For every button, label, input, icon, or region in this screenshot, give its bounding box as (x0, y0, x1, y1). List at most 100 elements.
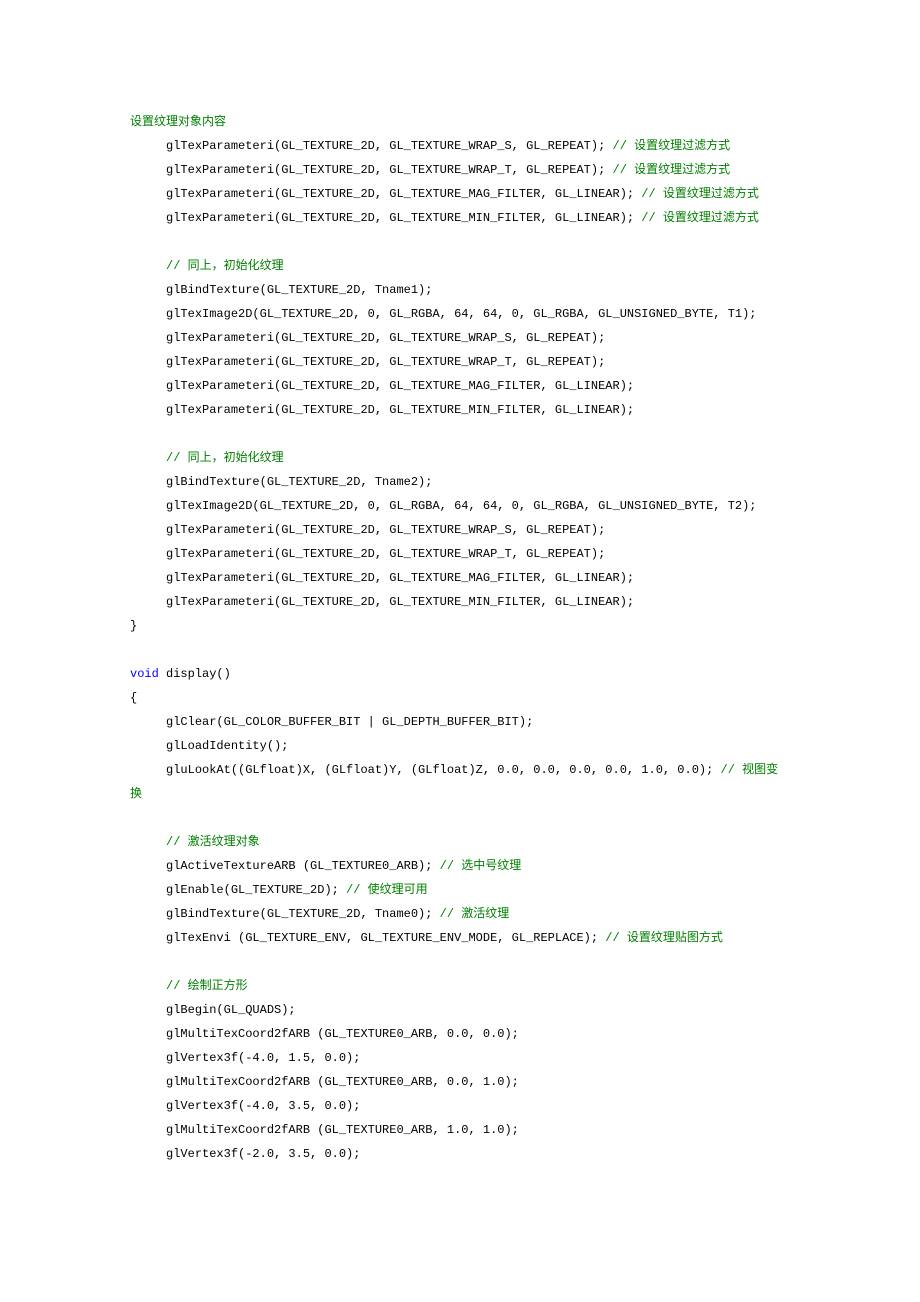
code-segment: glTexParameteri(GL_TEXTURE_2D, GL_TEXTUR… (166, 331, 605, 345)
code-line: glTexParameteri(GL_TEXTURE_2D, GL_TEXTUR… (130, 542, 790, 566)
code-segment: glTexParameteri(GL_TEXTURE_2D, GL_TEXTUR… (166, 523, 605, 537)
code-segment: glTexParameteri(GL_TEXTURE_2D, GL_TEXTUR… (166, 571, 634, 585)
code-segment: { (130, 691, 137, 705)
code-line: glBegin(GL_QUADS); (130, 998, 790, 1022)
indent (130, 547, 166, 561)
indent (130, 187, 166, 201)
code-segment: display() (159, 667, 231, 681)
code-segment: glMultiTexCoord2fARB (GL_TEXTURE0_ARB, 1… (166, 1123, 519, 1137)
indent (130, 523, 166, 537)
code-segment: glLoadIdentity(); (166, 739, 288, 753)
code-line: void display() (130, 662, 790, 686)
code-segment: 换 (130, 787, 142, 801)
code-segment: glVertex3f(-2.0, 3.5, 0.0); (166, 1147, 360, 1161)
code-segment: glMultiTexCoord2fARB (GL_TEXTURE0_ARB, 0… (166, 1075, 519, 1089)
code-line: glEnable(GL_TEXTURE_2D); // 使纹理可用 (130, 878, 790, 902)
code-segment: glTexParameteri(GL_TEXTURE_2D, GL_TEXTUR… (166, 355, 605, 369)
indent (130, 475, 166, 489)
code-line: glTexParameteri(GL_TEXTURE_2D, GL_TEXTUR… (130, 326, 790, 350)
code-line: // 绘制正方形 (130, 974, 790, 998)
code-line: glClear(GL_COLOR_BUFFER_BIT | GL_DEPTH_B… (130, 710, 790, 734)
indent (130, 715, 166, 729)
indent (130, 139, 166, 153)
code-line (130, 422, 790, 446)
code-block: 设置纹理对象内容 glTexParameteri(GL_TEXTURE_2D, … (130, 110, 790, 1166)
indent (130, 1003, 166, 1017)
code-segment: // 同上，初始化纹理 (166, 259, 284, 273)
indent (130, 883, 166, 897)
code-segment: 设置纹理对象内容 (130, 115, 226, 129)
code-line: glVertex3f(-2.0, 3.5, 0.0); (130, 1142, 790, 1166)
code-line: glVertex3f(-4.0, 3.5, 0.0); (130, 1094, 790, 1118)
indent (130, 1123, 166, 1137)
code-line: glTexImage2D(GL_TEXTURE_2D, 0, GL_RGBA, … (130, 494, 790, 518)
code-line: glVertex3f(-4.0, 1.5, 0.0); (130, 1046, 790, 1070)
code-line: glTexEnvi (GL_TEXTURE_ENV, GL_TEXTURE_EN… (130, 926, 790, 950)
indent (130, 163, 166, 177)
code-line: glTexParameteri(GL_TEXTURE_2D, GL_TEXTUR… (130, 374, 790, 398)
code-segment: glTexParameteri(GL_TEXTURE_2D, GL_TEXTUR… (166, 595, 634, 609)
indent (130, 739, 166, 753)
code-segment: // 设置纹理过滤方式 (605, 163, 730, 177)
code-segment: // 视图变 (713, 763, 778, 777)
code-line (130, 230, 790, 254)
code-line: glActiveTextureARB (GL_TEXTURE0_ARB); //… (130, 854, 790, 878)
code-segment: glBindTexture(GL_TEXTURE_2D, Tname2); (166, 475, 432, 489)
code-segment (130, 955, 137, 969)
code-line: glBindTexture(GL_TEXTURE_2D, Tname1); (130, 278, 790, 302)
code-segment: // 绘制正方形 (166, 979, 248, 993)
code-segment: glTexImage2D(GL_TEXTURE_2D, 0, GL_RGBA, … (166, 307, 757, 321)
indent (130, 331, 166, 345)
code-line: glLoadIdentity(); (130, 734, 790, 758)
code-segment: glTexParameteri(GL_TEXTURE_2D, GL_TEXTUR… (166, 163, 605, 177)
code-segment: // 设置纹理过滤方式 (634, 187, 759, 201)
code-line: glTexImage2D(GL_TEXTURE_2D, 0, GL_RGBA, … (130, 302, 790, 326)
code-segment: } (130, 619, 137, 633)
indent (130, 499, 166, 513)
code-segment: glBindTexture(GL_TEXTURE_2D, Tname1); (166, 283, 432, 297)
code-segment: glClear(GL_COLOR_BUFFER_BIT | GL_DEPTH_B… (166, 715, 533, 729)
code-line: // 激活纹理对象 (130, 830, 790, 854)
code-segment: void (130, 667, 159, 681)
code-segment: // 激活纹理对象 (166, 835, 260, 849)
code-segment: // 设置纹理贴图方式 (598, 931, 723, 945)
code-line (130, 638, 790, 662)
indent (130, 1099, 166, 1113)
code-segment: glTexParameteri(GL_TEXTURE_2D, GL_TEXTUR… (166, 187, 634, 201)
code-segment: // 同上，初始化纹理 (166, 451, 284, 465)
code-segment: glTexParameteri(GL_TEXTURE_2D, GL_TEXTUR… (166, 403, 634, 417)
code-segment: glEnable(GL_TEXTURE_2D); (166, 883, 339, 897)
code-line: } (130, 614, 790, 638)
code-line: 换 (130, 782, 790, 806)
indent (130, 859, 166, 873)
code-line: // 同上，初始化纹理 (130, 254, 790, 278)
indent (130, 1051, 166, 1065)
indent (130, 835, 166, 849)
code-line: glTexParameteri(GL_TEXTURE_2D, GL_TEXTUR… (130, 566, 790, 590)
code-segment: glTexParameteri(GL_TEXTURE_2D, GL_TEXTUR… (166, 379, 634, 393)
indent (130, 931, 166, 945)
code-segment: glBindTexture(GL_TEXTURE_2D, Tname0); (166, 907, 432, 921)
code-segment: // 设置纹理过滤方式 (634, 211, 759, 225)
indent (130, 283, 166, 297)
code-segment: glActiveTextureARB (GL_TEXTURE0_ARB); (166, 859, 432, 873)
code-segment (130, 643, 137, 657)
indent (130, 379, 166, 393)
indent (130, 355, 166, 369)
code-line: glBindTexture(GL_TEXTURE_2D, Tname0); //… (130, 902, 790, 926)
code-segment: glVertex3f(-4.0, 3.5, 0.0); (166, 1099, 360, 1113)
code-segment: glVertex3f(-4.0, 1.5, 0.0); (166, 1051, 360, 1065)
indent (130, 571, 166, 585)
indent (130, 979, 166, 993)
code-segment: // 激活纹理 (432, 907, 509, 921)
code-line: // 同上，初始化纹理 (130, 446, 790, 470)
code-line (130, 806, 790, 830)
code-line: glTexParameteri(GL_TEXTURE_2D, GL_TEXTUR… (130, 206, 790, 230)
code-line: { (130, 686, 790, 710)
code-segment: // 设置纹理过滤方式 (605, 139, 730, 153)
code-line: glMultiTexCoord2fARB (GL_TEXTURE0_ARB, 0… (130, 1070, 790, 1094)
code-line: glMultiTexCoord2fARB (GL_TEXTURE0_ARB, 1… (130, 1118, 790, 1142)
document-page: 设置纹理对象内容 glTexParameteri(GL_TEXTURE_2D, … (0, 0, 920, 1302)
indent (130, 1027, 166, 1041)
code-line: glTexParameteri(GL_TEXTURE_2D, GL_TEXTUR… (130, 182, 790, 206)
